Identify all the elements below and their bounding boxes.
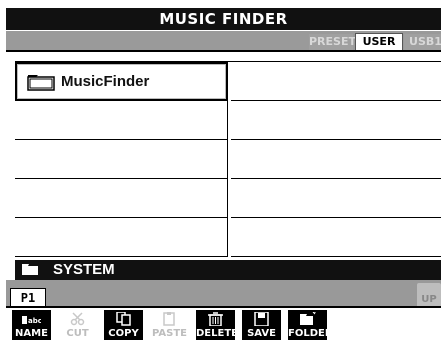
location-tabs: PRESET USER USB1 <box>6 31 441 51</box>
system-label: SYSTEM <box>53 261 115 278</box>
paste-label: PASTE <box>151 328 187 339</box>
name-label: NAME <box>15 328 48 339</box>
page-tab-p1[interactable]: P1 <box>10 288 46 307</box>
window-title: MUSIC FINDER <box>6 8 441 30</box>
file-cell-8[interactable] <box>231 140 441 179</box>
name-icon: abc <box>22 316 41 325</box>
folder-label: FOLDER <box>288 328 333 339</box>
new-folder-icon <box>300 312 316 325</box>
tab-user[interactable]: USER <box>355 33 403 51</box>
cut-button[interactable]: CUT <box>58 310 97 340</box>
file-cell-1[interactable]: MusicFinder <box>15 62 228 101</box>
up-label: UP <box>421 294 437 305</box>
trash-icon <box>208 312 223 326</box>
file-cell-6[interactable] <box>231 62 441 101</box>
file-name: MusicFinder <box>61 73 150 90</box>
delete-button[interactable]: DELETE <box>196 310 238 340</box>
file-cell-9[interactable] <box>231 179 441 218</box>
name-button[interactable]: abc NAME <box>12 310 51 340</box>
file-cell-4[interactable] <box>15 179 228 218</box>
name-sub-label: abc <box>28 317 41 325</box>
copy-icon <box>116 312 131 326</box>
music-finder-screen: MUSIC FINDER PRESET USER USB1 MusicFinde… <box>0 0 441 340</box>
copy-label: COPY <box>108 328 139 339</box>
paste-button[interactable]: PASTE <box>150 310 189 340</box>
file-cell-2[interactable] <box>15 101 228 140</box>
cut-label: CUT <box>66 328 89 339</box>
file-cell-3[interactable] <box>15 140 228 179</box>
file-cell-5[interactable] <box>15 218 228 257</box>
new-folder-button[interactable]: FOLDER <box>288 310 333 340</box>
save-button[interactable]: SAVE <box>242 310 281 340</box>
file-grid: MusicFinder <box>15 61 441 258</box>
save-label: SAVE <box>247 328 276 339</box>
tab-usb1[interactable]: USB1 <box>404 34 441 50</box>
tab-preset[interactable]: PRESET <box>309 34 356 50</box>
folder-icon <box>22 264 38 275</box>
copy-button[interactable]: COPY <box>104 310 143 340</box>
paste-icon <box>163 312 175 326</box>
floppy-icon <box>254 312 269 326</box>
scissors-icon <box>70 312 85 326</box>
delete-label: DELETE <box>196 328 238 339</box>
file-cell-10[interactable] <box>231 218 441 257</box>
system-folder-bar[interactable]: SYSTEM <box>15 260 441 280</box>
file-cell-7[interactable] <box>231 101 441 140</box>
folder-icon <box>27 75 55 91</box>
